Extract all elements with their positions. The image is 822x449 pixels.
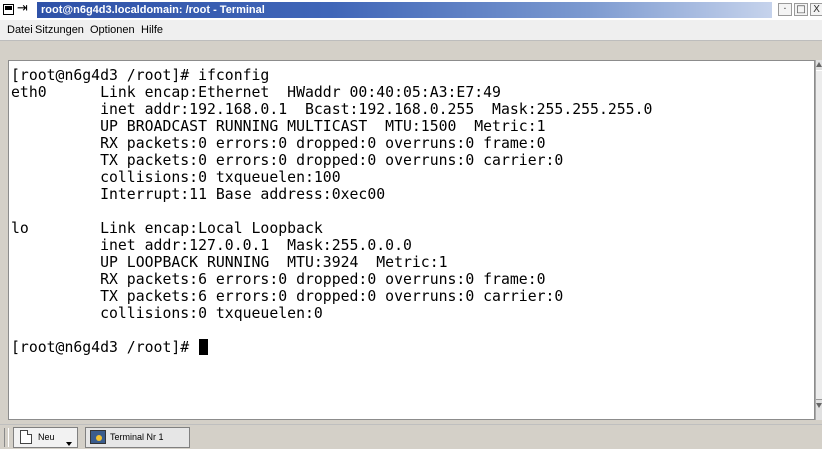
- toolbar-handle[interactable]: [4, 428, 9, 447]
- terminal-output: [root@n6g4d3 /root]# ifconfig eth0 Link …: [11, 67, 652, 356]
- terminal-line: collisions:0 txqueuelen:0: [11, 305, 323, 322]
- terminal-line: TX packets:0 errors:0 dropped:0 overruns…: [11, 152, 564, 169]
- menu-datei[interactable]: Datei: [4, 20, 36, 40]
- terminal-line: lo Link encap:Local Loopback: [11, 220, 323, 237]
- text-cursor: [199, 339, 209, 355]
- new-session-label: Neu: [38, 432, 55, 442]
- scrollbar-thumb[interactable]: [816, 70, 822, 400]
- terminal-line: RX packets:0 errors:0 dropped:0 overruns…: [11, 135, 546, 152]
- vertical-scrollbar[interactable]: [815, 60, 822, 420]
- close-button[interactable]: X: [810, 3, 822, 16]
- terminal-line: collisions:0 txqueuelen:100: [11, 169, 341, 186]
- menu-sitzungen[interactable]: Sitzungen: [32, 20, 87, 40]
- terminal-line: [root@n6g4d3 /root]# ifconfig: [11, 67, 270, 84]
- terminal-line: RX packets:6 errors:0 dropped:0 overruns…: [11, 271, 546, 288]
- window-menu-icon[interactable]: [3, 4, 14, 15]
- session-tab-terminal[interactable]: Terminal Nr 1: [85, 427, 190, 448]
- title-bar[interactable]: ⇥ root@n6g4d3.localdomain: /root - Termi…: [0, 0, 822, 20]
- scroll-up-arrow-icon[interactable]: [816, 62, 822, 67]
- terminal-line: Interrupt:11 Base address:0xec00: [11, 186, 386, 203]
- window-title: root@n6g4d3.localdomain: /root - Termina…: [37, 2, 772, 18]
- terminal-line: inet addr:192.168.0.1 Bcast:192.168.0.25…: [11, 101, 653, 118]
- terminal-line: eth0 Link encap:Ethernet HWaddr 00:40:05…: [11, 84, 501, 101]
- pin-icon[interactable]: ⇥: [17, 1, 33, 17]
- terminal-area[interactable]: [root@n6g4d3 /root]# ifconfig eth0 Link …: [8, 60, 815, 420]
- maximize-button[interactable]: □: [794, 3, 808, 16]
- session-tab-label: Terminal Nr 1: [110, 432, 164, 442]
- terminal-line: TX packets:6 errors:0 dropped:0 overruns…: [11, 288, 564, 305]
- session-tab-bar: Neu Terminal Nr 1: [0, 424, 822, 449]
- terminal-icon: [90, 430, 106, 444]
- scroll-down-arrow-icon[interactable]: [816, 403, 822, 408]
- minimize-button[interactable]: ·: [778, 3, 792, 16]
- terminal-line: UP BROADCAST RUNNING MULTICAST MTU:1500 …: [11, 118, 546, 135]
- terminal-line: inet addr:127.0.0.1 Mask:255.0.0.0: [11, 237, 412, 254]
- terminal-window: ⇥ root@n6g4d3.localdomain: /root - Termi…: [0, 0, 822, 449]
- new-document-icon: [20, 430, 32, 444]
- menu-hilfe[interactable]: Hilfe: [138, 20, 166, 40]
- menu-optionen[interactable]: Optionen: [87, 20, 138, 40]
- menu-bar: Datei Sitzungen Optionen Hilfe: [0, 20, 822, 41]
- dropdown-arrow-icon[interactable]: [66, 442, 72, 446]
- new-session-button[interactable]: Neu: [13, 427, 78, 448]
- terminal-prompt: [root@n6g4d3 /root]#: [11, 339, 199, 356]
- terminal-line: UP LOOPBACK RUNNING MTU:3924 Metric:1: [11, 254, 448, 271]
